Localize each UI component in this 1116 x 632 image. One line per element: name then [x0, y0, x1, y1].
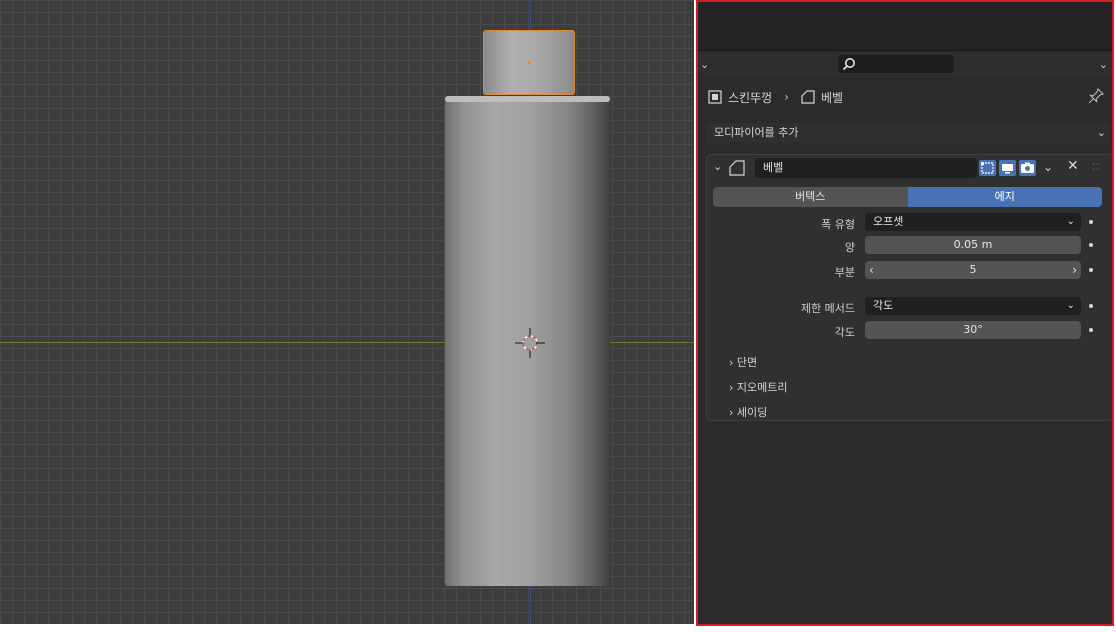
segments-value: 5 — [969, 263, 977, 276]
chevron-down-icon: ⌄ — [1066, 300, 1075, 311]
subpanel-profile-label: 단면 — [736, 356, 758, 369]
chevron-down-icon: ⌄ — [1096, 126, 1106, 139]
render-toggle-camera-icon[interactable] — [1019, 160, 1036, 176]
modifier-header: ⌄ 베벨 ⌄ ✕ ⁚⁚ — [711, 158, 1109, 180]
angle-field[interactable]: 30° — [865, 321, 1081, 339]
subpanel-shading[interactable]: › 세이딩 — [729, 404, 767, 420]
search-input[interactable] — [838, 55, 954, 73]
chevron-right-icon: › — [784, 90, 789, 104]
amount-field[interactable]: 0.05 m — [865, 236, 1081, 254]
subpanel-profile[interactable]: › 단면 — [729, 354, 757, 370]
keyframe-dot-icon[interactable] — [1089, 268, 1093, 272]
properties-panel: ⌄ ⌄ 스킨뚜껑 › 베벨 모디파이어를 추가 ⌄ ⌄ 베벨 ⌄ ✕ ⁚⁚ 버텍… — [696, 0, 1114, 626]
width-type-select[interactable]: 오프셋 ⌄ — [865, 213, 1081, 231]
breadcrumb-object-name[interactable]: 스킨뚜껑 — [728, 89, 772, 106]
collapse-chevron-icon[interactable]: ⌄ — [713, 160, 722, 173]
properties-header: ⌄ ⌄ — [698, 52, 1112, 78]
tab-edge[interactable]: 에지 — [907, 187, 1102, 207]
chevron-down-icon[interactable]: ⌄ — [700, 58, 709, 71]
bottle-rim — [445, 96, 610, 102]
subpanel-geometry-label: 지오메트리 — [736, 381, 788, 394]
segments-label: 부분 — [834, 266, 855, 279]
modifier-icon — [801, 90, 815, 104]
chevron-down-icon: ⌄ — [1066, 216, 1075, 227]
affect-mode-toggle: 버텍스 에지 — [713, 187, 1102, 207]
panel-top-bar — [698, 2, 1112, 51]
3d-cursor-icon[interactable] — [515, 328, 545, 358]
edit-mode-toggle-icon[interactable] — [979, 160, 996, 176]
width-type-value: 오프셋 — [873, 215, 904, 228]
modifier-icon — [729, 160, 745, 176]
segments-stepper[interactable]: ‹ 5 › — [865, 261, 1081, 279]
close-icon[interactable]: ✕ — [1067, 158, 1079, 174]
bevel-modifier-panel: ⌄ 베벨 ⌄ ✕ ⁚⁚ 버텍스 에지 폭 유형 오프셋 ⌄ 양 0.05 m 부… — [706, 154, 1112, 421]
chevron-left-icon[interactable]: ‹ — [869, 261, 874, 279]
object-origin-dot — [528, 61, 531, 64]
chevron-right-icon[interactable]: › — [1072, 261, 1077, 279]
amount-label: 양 — [844, 241, 855, 254]
keyframe-dot-icon[interactable] — [1089, 220, 1093, 224]
keyframe-dot-icon[interactable] — [1089, 243, 1093, 247]
3d-viewport[interactable] — [0, 0, 694, 624]
add-modifier-dropdown[interactable]: 모디파이어를 추가 ⌄ — [706, 123, 1110, 143]
chevron-down-icon[interactable]: ⌄ — [1043, 160, 1053, 174]
chevron-right-icon: › — [729, 381, 734, 394]
chevron-right-icon: › — [729, 406, 734, 419]
keyframe-dot-icon[interactable] — [1089, 304, 1093, 308]
limit-method-label: 제한 메서드 — [800, 302, 855, 315]
angle-label: 각도 — [834, 326, 855, 339]
subpanel-shading-label: 세이딩 — [736, 406, 768, 419]
limit-method-value: 각도 — [873, 299, 894, 312]
add-modifier-label: 모디파이어를 추가 — [714, 126, 799, 139]
breadcrumb: 스킨뚜껑 › 베벨 — [708, 88, 843, 106]
search-icon — [842, 58, 855, 71]
width-type-label: 폭 유형 — [821, 218, 855, 231]
chevron-down-icon[interactable]: ⌄ — [1099, 58, 1108, 71]
subpanel-geometry[interactable]: › 지오메트리 — [729, 379, 788, 395]
limit-method-select[interactable]: 각도 ⌄ — [865, 297, 1081, 315]
drag-handle-icon[interactable]: ⁚⁚ — [1092, 162, 1100, 173]
chevron-right-icon: › — [729, 356, 734, 369]
viewport-display-toggle-icon[interactable] — [999, 160, 1016, 176]
breadcrumb-modifier-name[interactable]: 베벨 — [821, 89, 843, 106]
pin-icon[interactable] — [1088, 88, 1104, 104]
modifier-name-field[interactable]: 베벨 — [755, 158, 977, 178]
tab-vertex[interactable]: 버텍스 — [713, 187, 908, 207]
object-icon — [708, 90, 722, 104]
keyframe-dot-icon[interactable] — [1089, 328, 1093, 332]
